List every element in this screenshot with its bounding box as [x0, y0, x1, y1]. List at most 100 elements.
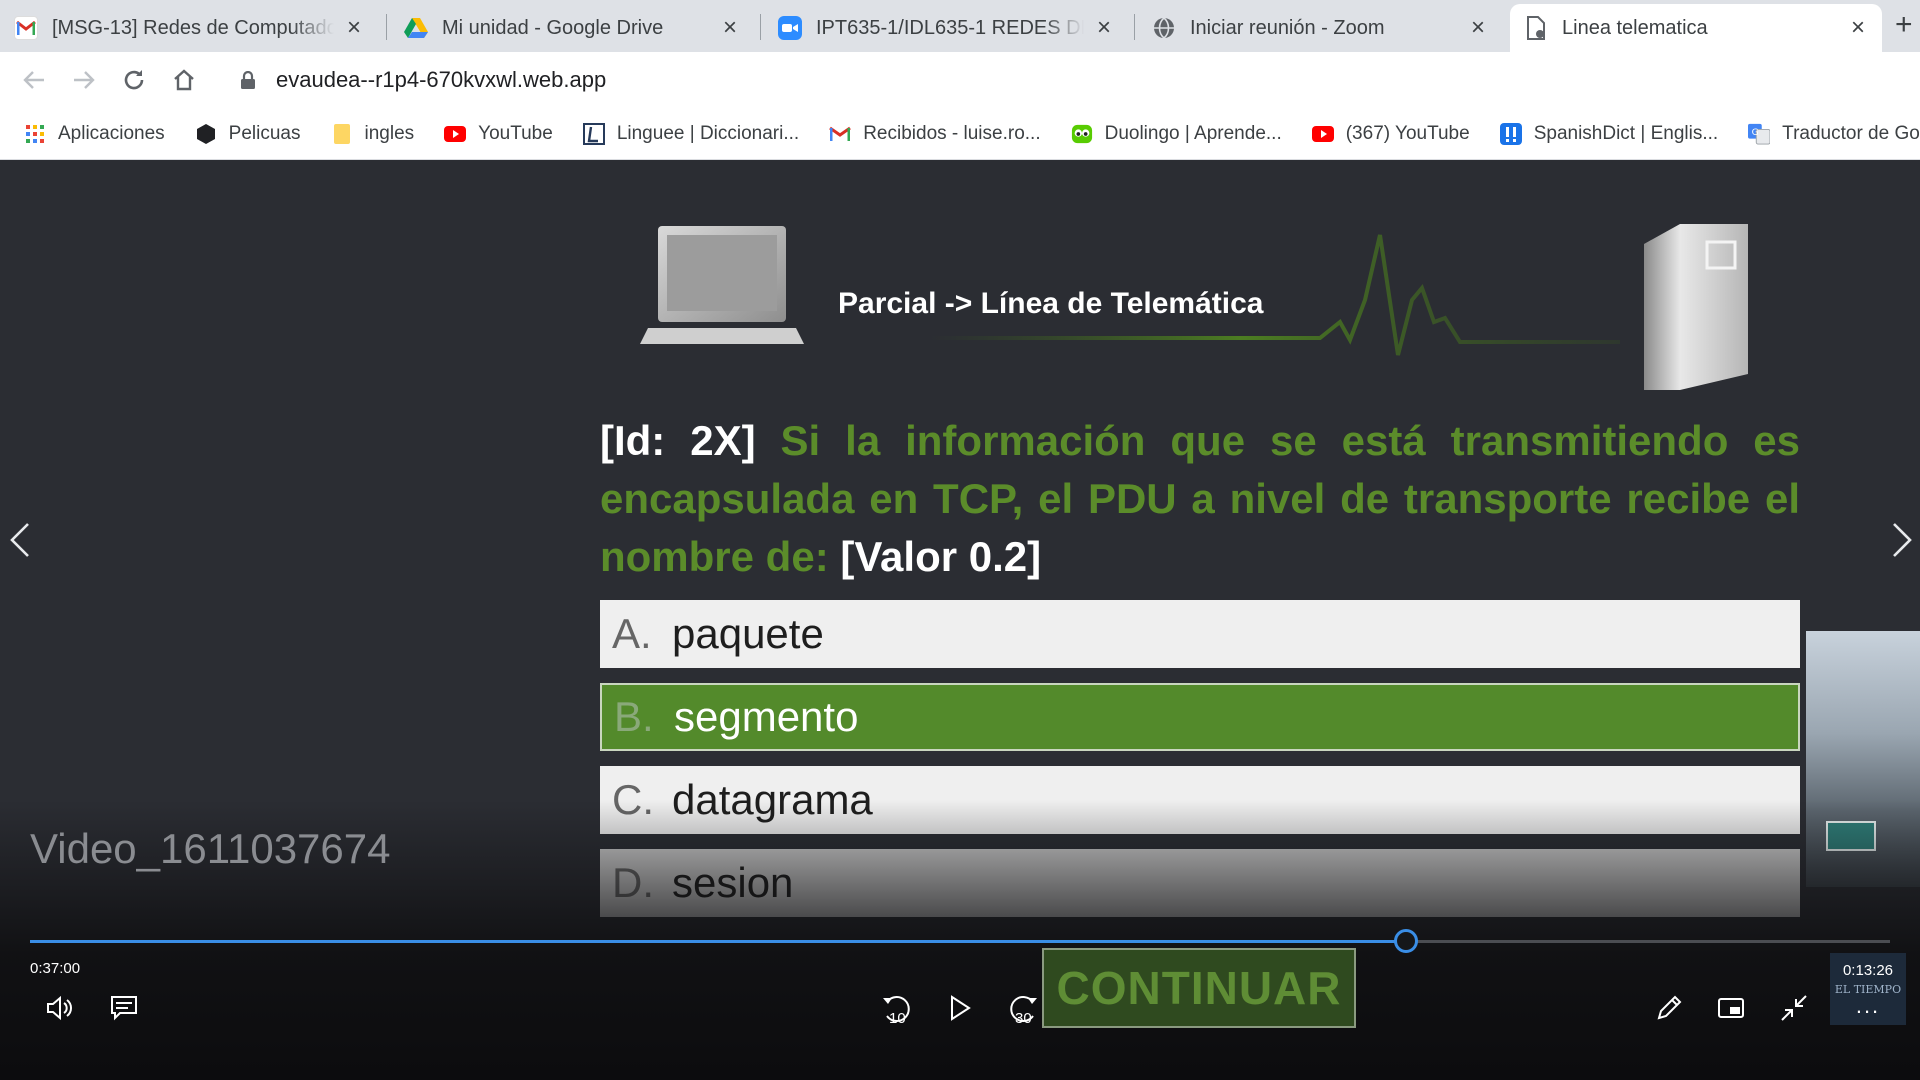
bookmark-linguee[interactable]: Linguee | Diccionari...: [582, 122, 800, 145]
url-text[interactable]: evaudea--r1p4-670kvxwl.web.app: [276, 67, 606, 93]
bookmark-label: ingles: [364, 122, 415, 144]
close-icon[interactable]: ×: [1848, 14, 1868, 42]
reload-button[interactable]: [116, 62, 152, 98]
answer-option-a[interactable]: A. paquete: [600, 600, 1800, 668]
zoom-icon: [778, 16, 802, 40]
home-icon: [174, 69, 194, 91]
tab-separator: [760, 14, 761, 40]
bookmark-gmail-recibidos[interactable]: Recibidos - luise.ro...: [829, 123, 1041, 145]
back-button[interactable]: [16, 62, 52, 98]
tab-title: IPT635-1/IDL635-1 REDES DE COMPUTADORES: [816, 16, 1084, 39]
close-icon[interactable]: ×: [720, 14, 740, 42]
option-letter: A.: [612, 610, 652, 657]
lock-icon[interactable]: [240, 71, 256, 89]
next-arrow-icon[interactable]: [1890, 520, 1914, 567]
video-player[interactable]: Parcial -> Línea de Telemática [Id: 2X] …: [0, 160, 1920, 1080]
bookmark-label: Traductor de Google: [1782, 122, 1920, 144]
option-letter: B.: [614, 693, 654, 740]
hexagon-icon: [195, 123, 217, 145]
option-text: segmento: [674, 693, 859, 740]
address-bar[interactable]: evaudea--r1p4-670kvxwl.web.app: [220, 60, 1910, 100]
pencil-icon: [1657, 995, 1682, 1020]
tab-google-drive[interactable]: Mi unidad - Google Drive ×: [390, 4, 754, 52]
captions-icon: [111, 996, 137, 1021]
close-icon[interactable]: ×: [1468, 14, 1488, 42]
folder-icon: [331, 123, 353, 145]
skip-forward-label: 30: [1015, 1010, 1032, 1026]
youtube-icon: [444, 123, 467, 145]
close-icon[interactable]: ×: [1094, 14, 1114, 42]
forward-button[interactable]: [66, 62, 102, 98]
seek-bar-fill: [30, 940, 1407, 943]
google-drive-icon: [404, 16, 428, 40]
tab-zoom-class[interactable]: IPT635-1/IDL635-1 REDES DE COMPUTADORES …: [764, 4, 1128, 52]
close-icon[interactable]: ×: [344, 14, 364, 42]
bookmark-aplicaciones[interactable]: Aplicaciones: [24, 123, 165, 145]
mini-player-button[interactable]: [1711, 988, 1751, 1028]
skip-forward-30-icon: 30: [1010, 996, 1037, 1026]
tab-strip: ← [MSG-13] Redes de Computadores × Mi un…: [0, 0, 1920, 52]
mini-player-icon: [1718, 998, 1744, 1018]
tab-title: Iniciar reunión - Zoom: [1190, 16, 1385, 39]
elapsed-time: 0:37:00: [30, 960, 81, 977]
tab-title: [MSG-13] Redes de Computadores: [52, 16, 334, 39]
previous-arrow-icon[interactable]: [8, 520, 32, 567]
skip-back-10-icon: 10: [883, 996, 910, 1026]
exit-fullscreen-button[interactable]: [1774, 988, 1814, 1028]
svg-text:G: G: [1752, 126, 1759, 137]
arrow-left-icon: [23, 71, 44, 89]
tab-title: Linea telematica: [1562, 16, 1708, 39]
tab-gmail-redes[interactable]: [MSG-13] Redes de Computadores ×: [0, 4, 378, 52]
volume-button[interactable]: [40, 988, 80, 1028]
bookmark-label: YouTube: [478, 122, 553, 144]
bookmarks-bar: Aplicaciones Pelicuas ingles YouTube Lin…: [0, 108, 1920, 160]
continue-button[interactable]: CONTINUAR: [1042, 948, 1356, 1028]
server-icon: [1644, 224, 1748, 390]
bookmark-duolingo[interactable]: Duolingo | Aprende...: [1071, 123, 1282, 145]
volume-icon: [47, 995, 72, 1021]
bookmark-label: SpanishDict | Englis...: [1533, 122, 1719, 144]
side-time: 0:13:26: [1842, 962, 1894, 979]
skip-forward-button[interactable]: 30: [1003, 988, 1043, 1028]
laptop-icon: [640, 226, 804, 344]
document-icon: [1524, 16, 1548, 40]
question-id: [Id: 2X]: [600, 417, 756, 464]
skip-back-button[interactable]: 10: [877, 988, 917, 1028]
tab-zoom-meeting[interactable]: Iniciar reunión - Zoom ×: [1138, 4, 1502, 52]
more-options-button[interactable]: ...: [1830, 993, 1906, 1019]
bookmark-youtube-367[interactable]: (367) YouTube: [1311, 122, 1470, 145]
bookmark-ingles[interactable]: ingles: [331, 122, 415, 145]
linguee-icon: [582, 122, 605, 145]
arrow-right-icon: [74, 71, 95, 89]
tab-title: Mi unidad - Google Drive: [442, 16, 664, 39]
bookmark-label: Duolingo | Aprende...: [1104, 122, 1282, 144]
side-video-panel[interactable]: 0:13:26 EL TIEMPO ...: [1830, 953, 1906, 1025]
video-title: Video_1611037674: [30, 825, 391, 872]
tab-linea-telematica[interactable]: Linea telematica ×: [1510, 4, 1882, 52]
tab-separator: [386, 14, 387, 40]
google-translate-icon: G: [1748, 123, 1771, 145]
bookmark-youtube[interactable]: YouTube: [444, 123, 553, 145]
bookmark-google-translate[interactable]: G Traductor de Google: [1748, 123, 1920, 145]
draw-button[interactable]: [1649, 988, 1689, 1028]
tab-separator: [1134, 14, 1135, 40]
play-icon: [951, 995, 971, 1021]
bookmark-label: (367) YouTube: [1345, 122, 1470, 144]
gmail-icon: [829, 123, 852, 145]
bookmark-label: Aplicaciones: [58, 122, 165, 144]
apps-grid-icon: [24, 123, 46, 145]
bookmark-pelicuas[interactable]: Pelicuas: [195, 123, 301, 145]
collapse-icon: [1781, 995, 1807, 1021]
answer-option-b[interactable]: B. segmento: [600, 683, 1800, 751]
play-button[interactable]: [940, 988, 980, 1028]
spanishdict-icon: [1499, 122, 1522, 145]
gmail-icon: [14, 16, 38, 40]
skip-back-label: 10: [889, 1010, 906, 1026]
browser-toolbar: evaudea--r1p4-670kvxwl.web.app: [0, 52, 1920, 108]
bookmark-label: Linguee | Diccionari...: [616, 122, 800, 144]
new-tab-button[interactable]: +: [1895, 8, 1913, 42]
bookmark-spanishdict[interactable]: SpanishDict | Englis...: [1499, 122, 1719, 145]
home-button[interactable]: [166, 62, 202, 98]
captions-button[interactable]: [104, 988, 144, 1028]
seek-bar[interactable]: [30, 929, 1890, 953]
